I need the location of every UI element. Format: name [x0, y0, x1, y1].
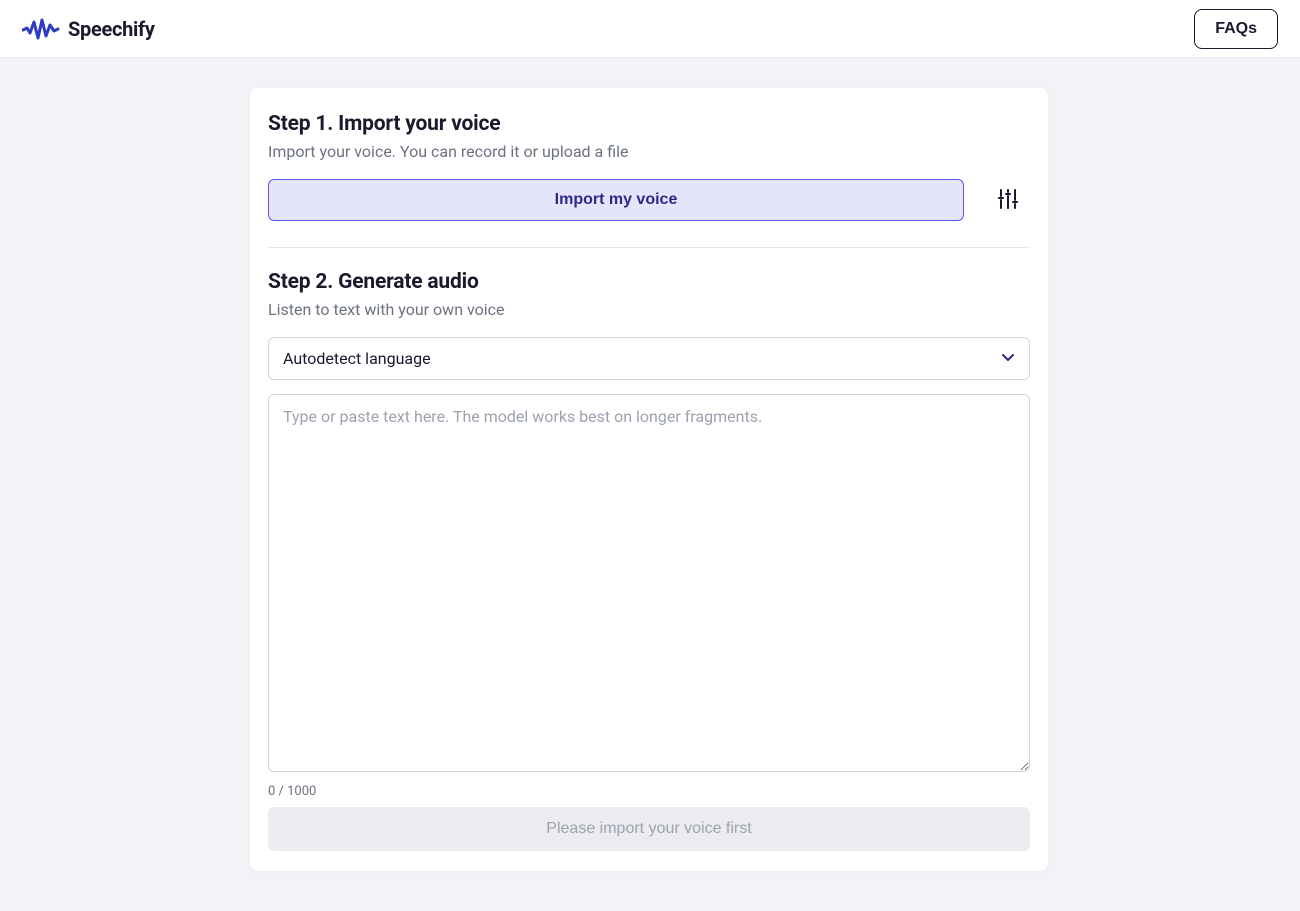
main-content: Step 1. Import your voice Import your vo…: [0, 58, 1300, 911]
char-counter: 0 / 1000: [268, 784, 1030, 799]
language-select[interactable]: Autodetect language: [268, 337, 1030, 380]
voice-card: Step 1. Import your voice Import your vo…: [250, 88, 1048, 871]
step2-title: Step 2. Generate audio: [268, 270, 1030, 294]
step1-subtitle: Import your voice. You can record it or …: [268, 142, 1030, 161]
sliders-icon: [996, 187, 1020, 214]
brand-logo[interactable]: Speechify: [22, 17, 155, 41]
step2-subtitle: Listen to text with your own voice: [268, 300, 1030, 319]
language-select-wrap: Autodetect language: [268, 337, 1030, 380]
import-row: Import my voice: [268, 179, 1030, 221]
step1-title: Step 1. Import your voice: [268, 112, 1030, 136]
text-input[interactable]: [268, 394, 1030, 772]
waveform-icon: [22, 17, 60, 41]
generate-audio-button[interactable]: Please import your voice first: [268, 807, 1030, 851]
voice-settings-button[interactable]: [994, 186, 1022, 214]
app-header: Speechify FAQs: [0, 0, 1300, 58]
brand-name: Speechify: [68, 17, 155, 41]
import-voice-button[interactable]: Import my voice: [268, 179, 964, 221]
faqs-button[interactable]: FAQs: [1194, 9, 1278, 49]
section-divider: [268, 247, 1030, 248]
